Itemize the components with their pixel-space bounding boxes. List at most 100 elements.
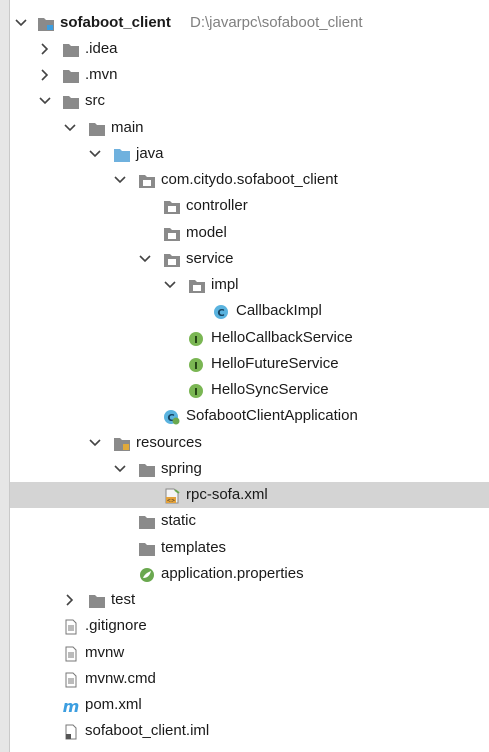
text-file-icon: [62, 671, 80, 688]
tree-row-main[interactable]: main: [10, 115, 489, 141]
spring-properties-icon: [138, 566, 156, 582]
tree-item-label: CallbackImpl: [236, 302, 322, 319]
tree-row-iml[interactable]: sofaboot_client.iml: [10, 718, 489, 744]
tree-item-label: java: [136, 145, 164, 162]
tree-row-test[interactable]: test: [10, 587, 489, 613]
package-icon: [188, 277, 206, 293]
tree-row-src[interactable]: src: [10, 88, 489, 114]
tree-row-mvnw[interactable]: mvnw: [10, 640, 489, 666]
chevron-down-icon[interactable]: [88, 430, 102, 456]
tree-row-static[interactable]: static: [10, 508, 489, 534]
tree-row-package[interactable]: com.citydo.sofaboot_client: [10, 167, 489, 193]
tree-row-model[interactable]: model: [10, 220, 489, 246]
tree-row-templates[interactable]: templates: [10, 535, 489, 561]
chevron-down-icon[interactable]: [113, 456, 127, 482]
tree-row-sofabootclientapplication[interactable]: C SofabootClientApplication: [10, 403, 489, 429]
xml-file-icon: <>: [163, 487, 181, 504]
chevron-down-icon[interactable]: [138, 246, 152, 272]
svg-text:I: I: [194, 387, 198, 398]
tree-item-label: HelloCallbackService: [211, 329, 353, 346]
class-icon: C: [213, 303, 231, 319]
maven-icon: m: [62, 697, 80, 716]
tree-row-spring[interactable]: spring: [10, 456, 489, 482]
interface-icon: I: [188, 382, 206, 398]
tree-row-hellofutureservice[interactable]: I HelloFutureService: [10, 351, 489, 377]
root-project-path: D:\javarpc\sofaboot_client: [190, 14, 363, 31]
tree-item-label: sofaboot_client.iml: [85, 722, 210, 739]
tree-item-label: impl: [211, 276, 239, 293]
interface-icon: I: [188, 330, 206, 346]
chevron-down-icon[interactable]: [38, 88, 52, 114]
tree-row-mvn[interactable]: .mvn: [10, 62, 489, 88]
tree-row-idea[interactable]: .idea: [10, 36, 489, 62]
tree-item-label: .mvn: [85, 66, 118, 83]
tree-row-resources[interactable]: resources: [10, 430, 489, 456]
svg-text:C: C: [217, 308, 224, 319]
root-project-label: sofaboot_client: [60, 14, 171, 31]
tree-item-label: pom.xml: [85, 696, 142, 713]
tree-row-mvnw-cmd[interactable]: mvnw.cmd: [10, 666, 489, 692]
tool-window-strip: [0, 0, 10, 752]
chevron-right-icon[interactable]: [38, 36, 52, 62]
chevron-down-icon[interactable]: [63, 115, 77, 141]
folder-icon: [88, 592, 106, 608]
text-file-icon: [62, 645, 80, 662]
tree-row-service[interactable]: service: [10, 246, 489, 272]
tree-item-label: service: [186, 250, 234, 267]
tree-row-gitignore[interactable]: .gitignore: [10, 613, 489, 639]
tree-item-label: model: [186, 224, 227, 241]
tree-item-label: mvnw.cmd: [85, 670, 156, 687]
folder-icon: [138, 540, 156, 556]
tree-item-label: main: [111, 119, 144, 136]
tree-row-rpc-sofa-xml[interactable]: <> rpc-sofa.xml: [10, 482, 489, 508]
tree-row-pom-xml[interactable]: m pom.xml: [10, 692, 489, 718]
tree-item-label: static: [161, 512, 197, 529]
tree-item-label: application.properties: [161, 565, 304, 582]
folder-icon: [138, 461, 156, 477]
tree-item-label: controller: [186, 197, 248, 214]
text-file-icon: [62, 618, 80, 635]
tree-row-root[interactable]: sofaboot_client D:\javarpc\sofaboot_clie…: [10, 10, 489, 36]
tree-row-hellocallbackservice[interactable]: I HelloCallbackService: [10, 325, 489, 351]
package-icon: [163, 198, 181, 214]
tree-row-java[interactable]: java: [10, 141, 489, 167]
tree-row-application-properties[interactable]: application.properties: [10, 561, 489, 587]
tree-row-controller[interactable]: controller: [10, 193, 489, 219]
chevron-down-icon[interactable]: [113, 167, 127, 193]
tree-item-label: test: [111, 591, 136, 608]
svg-text:m: m: [63, 698, 80, 714]
chevron-right-icon[interactable]: [38, 62, 52, 88]
tree-item-label: SofabootClientApplication: [186, 407, 358, 424]
package-icon: [163, 225, 181, 241]
folder-icon: [62, 41, 80, 57]
svg-text:I: I: [194, 361, 198, 372]
tree-item-label: resources: [136, 434, 202, 451]
resources-folder-icon: [113, 435, 131, 451]
folder-icon: [88, 120, 106, 136]
folder-icon: [138, 513, 156, 529]
tree-item-label: templates: [161, 539, 227, 556]
module-file-icon: [62, 723, 80, 740]
chevron-down-icon[interactable]: [163, 272, 177, 298]
tree-row-hellosyncservice[interactable]: I HelloSyncService: [10, 377, 489, 403]
tree-item-label: com.citydo.sofaboot_client: [161, 171, 338, 188]
package-icon: [163, 251, 181, 267]
tree-item-label: src: [85, 92, 105, 109]
svg-text:I: I: [194, 335, 198, 346]
chevron-down-icon[interactable]: [14, 10, 28, 36]
tree-item-label: HelloSyncService: [211, 381, 329, 398]
chevron-down-icon[interactable]: [88, 141, 102, 167]
folder-icon: [62, 93, 80, 109]
tree-item-label: rpc-sofa.xml: [186, 486, 268, 503]
tree-row-callbackimpl[interactable]: C CallbackImpl: [10, 298, 489, 324]
package-icon: [138, 172, 156, 188]
tree-item-label: .idea: [85, 40, 118, 57]
tree-item-label: HelloFutureService: [211, 355, 339, 372]
tree-row-impl[interactable]: impl: [10, 272, 489, 298]
tree-item-label: .gitignore: [85, 617, 147, 634]
spring-boot-class-icon: C: [163, 408, 181, 425]
chevron-right-icon[interactable]: [63, 587, 77, 613]
tree-item-label: spring: [161, 460, 202, 477]
project-tree: sofaboot_client D:\javarpc\sofaboot_clie…: [10, 0, 489, 752]
folder-icon: [62, 67, 80, 83]
